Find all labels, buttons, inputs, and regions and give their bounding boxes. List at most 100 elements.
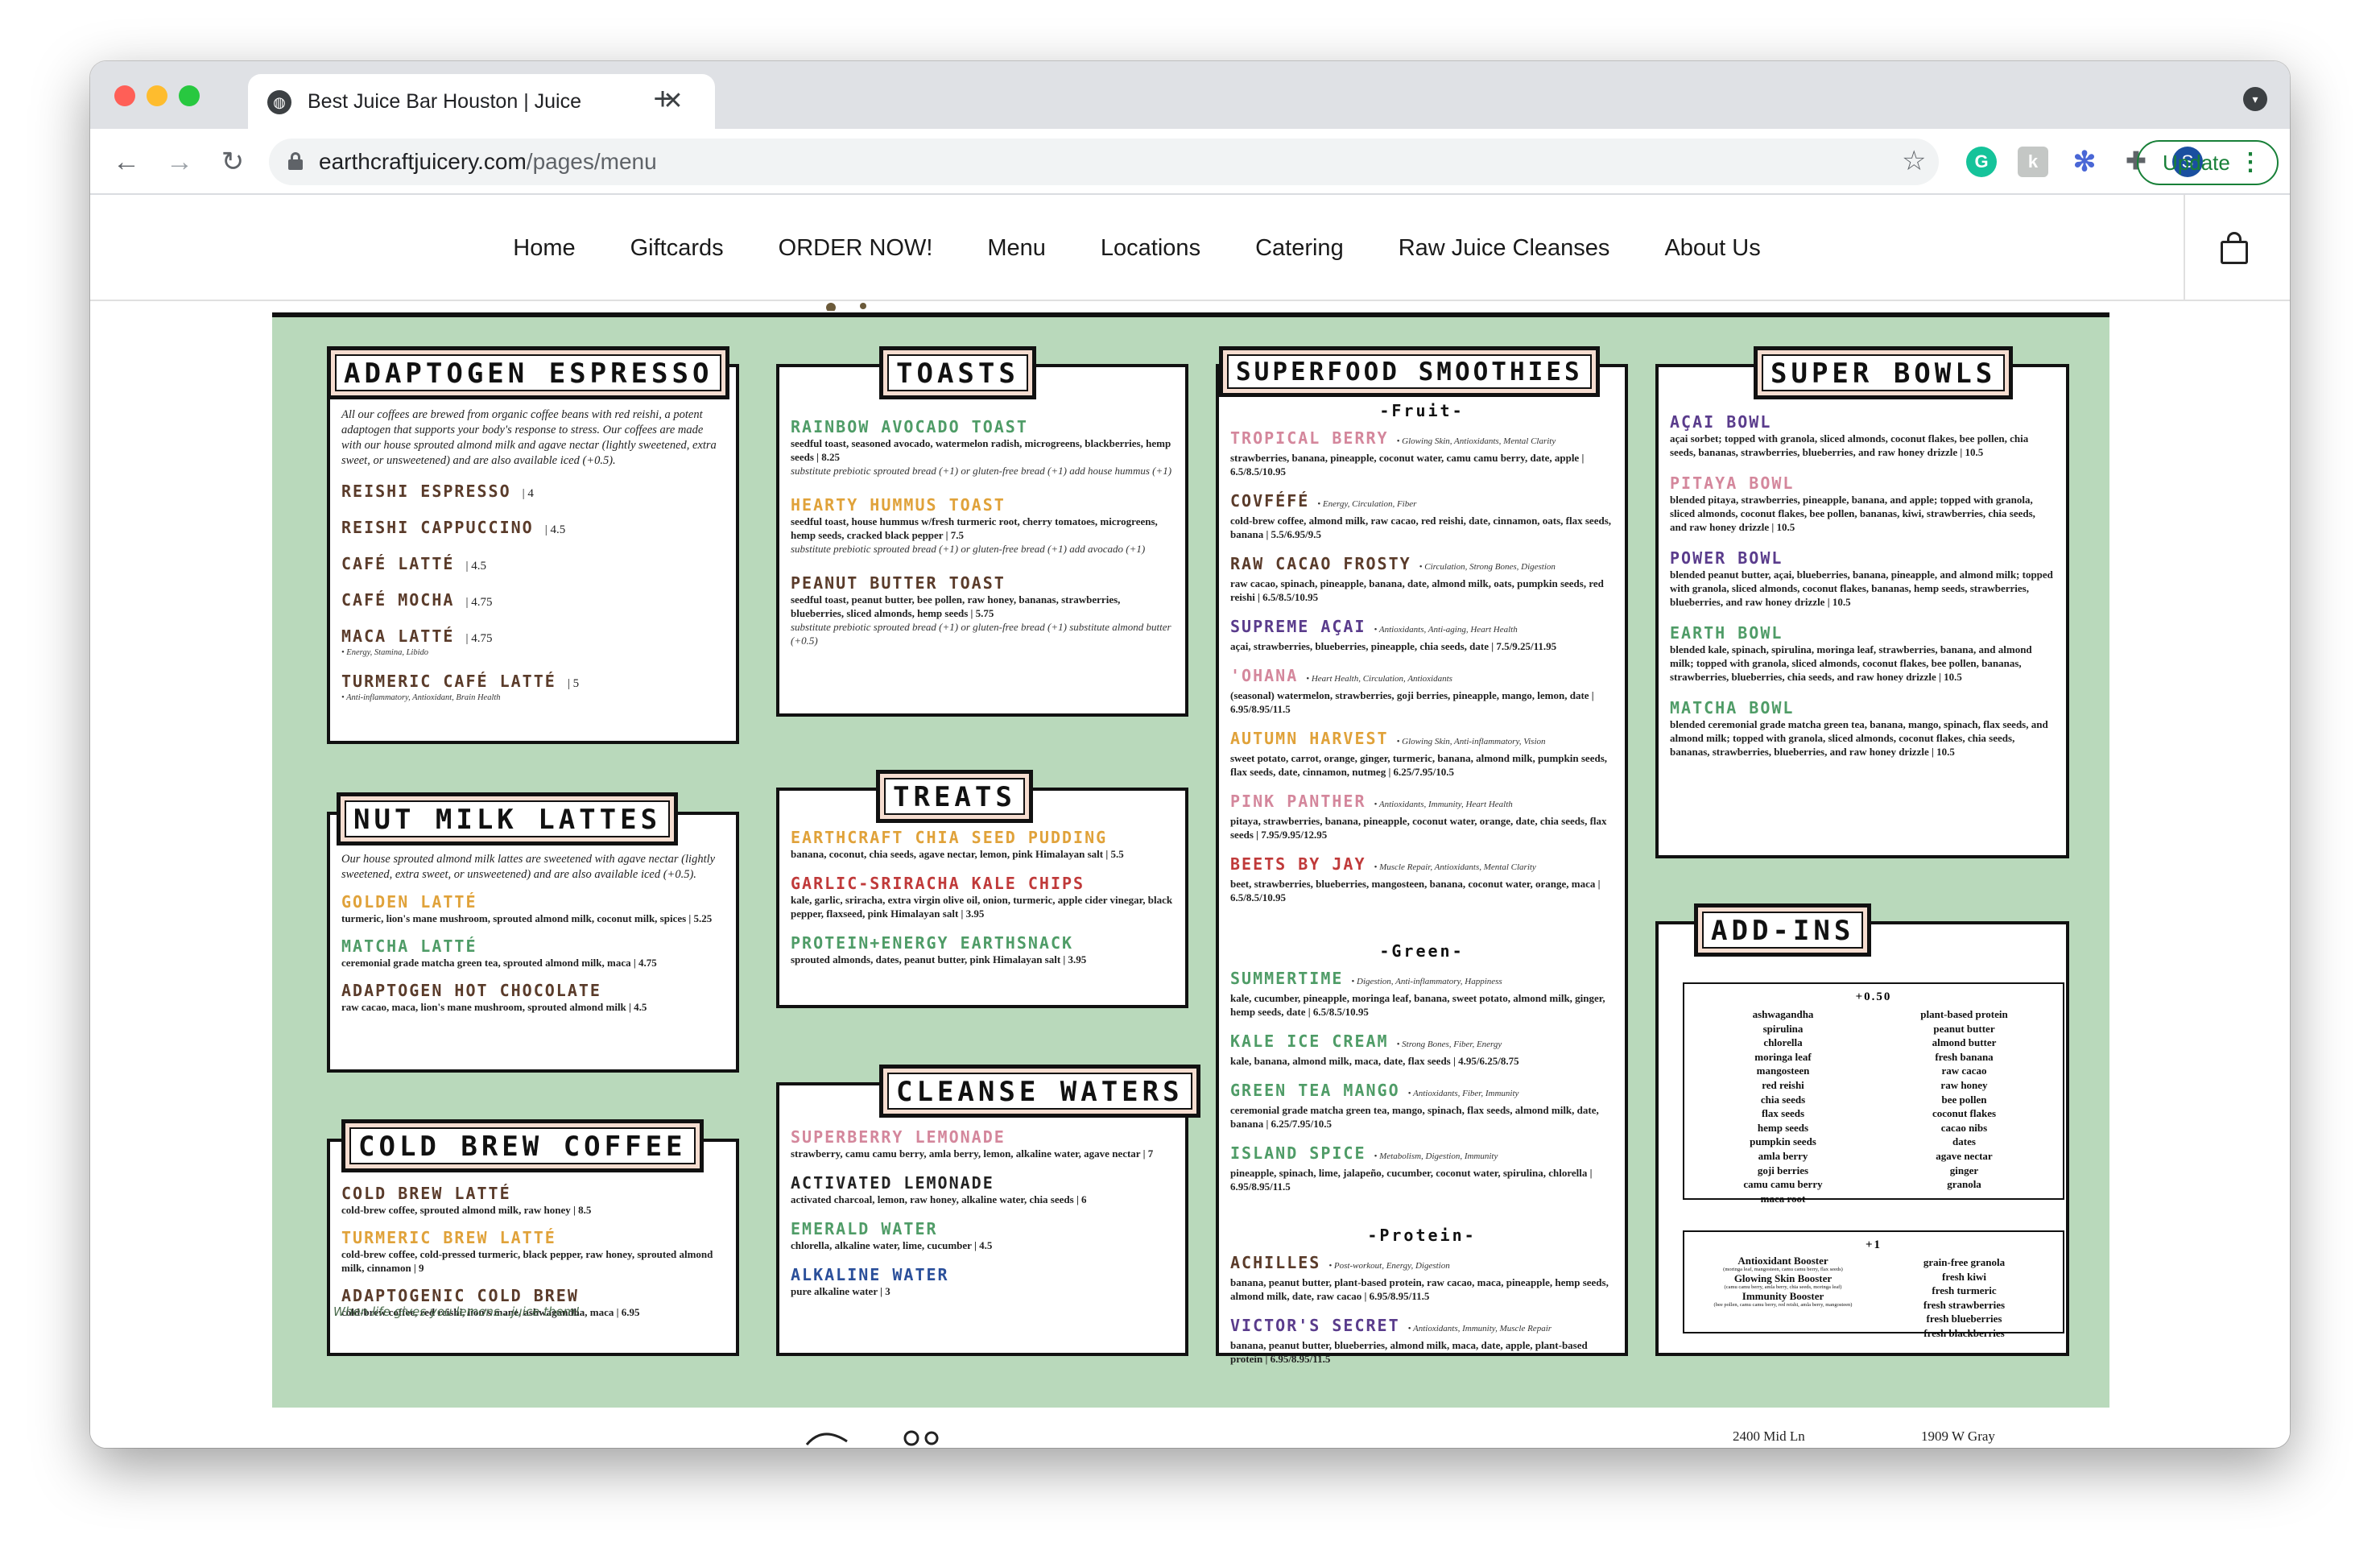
- back-arrow-icon[interactable]: ←: [106, 142, 147, 182]
- smoothie-benefits: • Circulation, Strong Bones, Digestion: [1419, 562, 1556, 572]
- main-nav: Home Giftcards ORDER NOW! Menu Locations Cate…: [90, 195, 2184, 301]
- item-name: REISHI ESPRESSO: [341, 482, 511, 501]
- nav-giftcards[interactable]: Giftcards: [630, 195, 724, 301]
- nav-raw-juice-cleanses[interactable]: Raw Juice Cleanses: [1399, 195, 1610, 301]
- browser-window: ◍ Best Juice Bar Houston | Juice ✕ + ▾ ←…: [90, 61, 2290, 1448]
- item-name: ALKALINE WATER: [791, 1265, 949, 1284]
- tab-strip: ◍ Best Juice Bar Houston | Juice ✕ + ▾: [90, 61, 2290, 129]
- url-text[interactable]: earthcraftjuicery.com/pages/menu: [319, 149, 657, 175]
- addin-item: camu camu berry: [1743, 1178, 1823, 1191]
- addin-item: fresh turmeric: [1932, 1284, 1997, 1297]
- item-desc: ceremonial grade matcha green tea, sprou…: [341, 957, 657, 969]
- item-name: GOLDEN LATTÉ: [341, 892, 477, 912]
- smoothie-benefits: • Heart Health, Circulation, Antioxidant…: [1306, 674, 1452, 684]
- booster-name: Immunity Booster: [1742, 1290, 1824, 1302]
- smoothie-item: GREEN TEA MANGO • Antioxidants, Fiber, Im…: [1230, 1081, 1614, 1131]
- booster-name: Glowing Skin Booster: [1733, 1272, 1833, 1284]
- bookmark-star-icon[interactable]: ☆: [1902, 145, 1926, 177]
- smoothie-item: KALE ICE CREAM • Strong Bones, Fiber, Ene…: [1230, 1032, 1614, 1068]
- addin-item: fresh strawberries: [1923, 1298, 2006, 1311]
- smoothie-benefits: • Strong Bones, Fiber, Energy: [1396, 1040, 1502, 1049]
- add-ins-box: +0.50 ashwagandha spirulina chlorella morin…: [1655, 921, 2069, 1356]
- addin-item: cacao nibs: [1940, 1121, 1988, 1134]
- browser-toolbar: ← → ↻ earthcraftjuicery.com/pages/menu ☆…: [90, 129, 2290, 195]
- close-window-button[interactable]: [114, 85, 135, 106]
- smoothie-desc: cold-brew coffee, almond milk, raw cacao…: [1230, 515, 1612, 540]
- nav-order-now[interactable]: ORDER NOW!: [779, 195, 933, 301]
- grammarly-extension-icon[interactable]: G: [1966, 147, 1997, 177]
- section-title: SUPERFOOD SMOOTHIES: [1219, 346, 1600, 397]
- addin-item: raw honey: [1940, 1078, 1988, 1091]
- green-smoothie-list: SUMMERTIME • Digestion, Anti-inflammatory…: [1230, 969, 1614, 1193]
- smoothie-name: ACHILLES • Post-workout, Energy, Digestio…: [1230, 1253, 1614, 1276]
- item-price: | 4.75: [465, 632, 493, 645]
- nav-locations[interactable]: Locations: [1101, 195, 1200, 301]
- item-name: CAFÉ MOCHA: [341, 590, 455, 610]
- item-name: GARLIC-SRIRACHA KALE CHIPS: [791, 874, 1085, 893]
- addin-item: red reishi: [1762, 1078, 1804, 1091]
- smoothie-item: PINK PANTHER • Antioxidants, Immunity, He…: [1230, 792, 1614, 841]
- smoothie-benefits: • Glowing Skin, Anti-inflammatory, Visio…: [1396, 737, 1546, 746]
- nav-home[interactable]: Home: [513, 195, 575, 301]
- cleanse-content: SUPERBERRY LEMONADE strawberry, camu camu…: [791, 1127, 1174, 1298]
- smoothie-name-text: GREEN TEA MANGO: [1230, 1081, 1400, 1100]
- leaf-illustration-icon: [826, 303, 866, 311]
- item-benefit: • Anti-inflammatory, Antioxidant, Brain …: [341, 693, 501, 702]
- addin-item: hemp seeds: [1757, 1121, 1809, 1134]
- booster-item: Glowing Skin Booster (camu camu berry, am…: [1692, 1273, 1874, 1291]
- adaptogen-content: All our coffees are brewed from organic …: [341, 407, 725, 702]
- item-desc: chlorella, alkaline water, lime, cucumbe…: [791, 1239, 993, 1251]
- new-tab-button[interactable]: +: [644, 81, 681, 118]
- item-desc: cold-brew coffee, cold-pressed turmeric,…: [341, 1248, 713, 1274]
- item-desc: turmeric, lion's mane mushroom, sprouted…: [341, 912, 713, 924]
- shopping-bag-icon[interactable]: [2221, 232, 2248, 264]
- smoothie-name-text: KALE ICE CREAM: [1230, 1032, 1389, 1051]
- address-bar[interactable]: earthcraftjuicery.com/pages/menu ☆: [269, 139, 1939, 185]
- smoothie-desc: kale, banana, almond milk, maca, date, f…: [1230, 1055, 1519, 1067]
- minimize-window-button[interactable]: [147, 85, 167, 106]
- smoothie-name-text: 'OHANA: [1230, 666, 1299, 685]
- snowflake-extension-icon[interactable]: ✻: [2069, 147, 2100, 177]
- item-name: CAFÉ LATTÉ: [341, 554, 455, 573]
- update-button[interactable]: Update ⋮: [2137, 140, 2279, 185]
- item-desc: blended kale, spinach, spirulina, moring…: [1670, 643, 2032, 683]
- lock-icon[interactable]: [288, 152, 303, 170]
- k-extension-icon[interactable]: k: [2018, 147, 2048, 177]
- tab-title: Best Juice Bar Houston | Juice: [308, 90, 581, 113]
- maximize-window-button[interactable]: [179, 85, 200, 106]
- divider: [2184, 195, 2185, 301]
- addin-item: peanut butter: [1933, 1022, 1995, 1035]
- nav-menu[interactable]: Menu: [987, 195, 1046, 301]
- smoothie-name: VICTOR'S SECRET • Antioxidants, Immunity,…: [1230, 1316, 1614, 1338]
- nav-catering[interactable]: Catering: [1255, 195, 1344, 301]
- fresh-addins-column: grain-free granola fresh kiwi fresh turmer…: [1874, 1255, 2055, 1341]
- item-desc: seedful toast, house hummus w/fresh turm…: [791, 515, 1158, 541]
- smoothie-name-text: PINK PANTHER: [1230, 792, 1366, 811]
- item-name: COLD BREW LATTÉ: [341, 1184, 511, 1203]
- item-note: substitute prebiotic sprouted bread (+1)…: [791, 543, 1146, 555]
- forward-arrow-icon[interactable]: →: [159, 142, 200, 182]
- update-label: Update: [2163, 151, 2230, 175]
- addin-item: mangosteen: [1756, 1065, 1810, 1077]
- smoothie-benefits: • Post-workout, Energy, Digestion: [1328, 1261, 1450, 1271]
- addin-item: plant-based protein: [1920, 1008, 2008, 1020]
- section-title: TREATS: [876, 770, 1033, 823]
- section-title: CLEANSE WATERS: [879, 1065, 1200, 1118]
- tab-search-icon[interactable]: ▾: [2243, 87, 2267, 111]
- nav-about-us[interactable]: About Us: [1664, 195, 1760, 301]
- fruit-smoothie-list: TROPICAL BERRY • Glowing Skin, Antioxidan…: [1230, 428, 1614, 904]
- smoothie-desc: sweet potato, carrot, orange, ginger, tu…: [1230, 752, 1607, 778]
- item-name: TURMERIC BREW LATTÉ: [341, 1228, 556, 1247]
- item-name: PROTEIN+ENERGY EARTHSNACK: [791, 933, 1074, 953]
- reload-icon[interactable]: ↻: [213, 142, 253, 182]
- protein-smoothie-list: ACHILLES • Post-workout, Energy, Digestio…: [1230, 1253, 1614, 1366]
- smoothie-name-text: ISLAND SPICE: [1230, 1143, 1366, 1163]
- cleanse-waters-box: SUPERBERRY LEMONADE strawberry, camu camu…: [776, 1082, 1188, 1356]
- smoothie-desc: kale, cucumber, pineapple, moringa leaf,…: [1230, 992, 1605, 1018]
- section-title: ADD-INS: [1694, 903, 1872, 957]
- smoothie-item: TROPICAL BERRY • Glowing Skin, Antioxidan…: [1230, 428, 1614, 478]
- smoothie-benefits: • Antioxidants, Fiber, Immunity: [1407, 1089, 1519, 1098]
- smoothie-name-text: VICTOR'S SECRET: [1230, 1316, 1400, 1335]
- addin-item: grain-free granola: [1923, 1256, 2006, 1268]
- item-name: PITAYA BOWL: [1670, 473, 1795, 493]
